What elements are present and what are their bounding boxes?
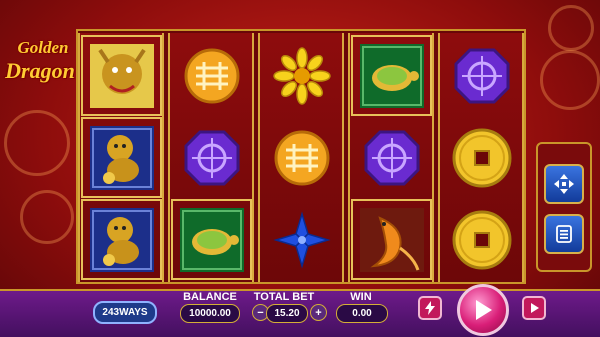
logo-line2: Dragon — [5, 58, 75, 83]
autoplay-button[interactable] — [522, 296, 546, 320]
symbol-purple-octagon — [353, 119, 430, 196]
bet-plus-button[interactable]: + — [310, 304, 327, 321]
game-logo: Golden Dragon — [2, 38, 84, 84]
balance-label: BALANCE — [183, 291, 237, 303]
symbol-gold-flower — [263, 37, 340, 114]
blue-flower-icon — [272, 210, 331, 269]
reel-3 — [258, 33, 344, 282]
symbol-purple-octagon — [173, 119, 250, 196]
balance-value: 10000.00 — [180, 304, 240, 323]
cloud-pattern — [540, 50, 600, 110]
autoplay-icon — [531, 303, 539, 313]
side-panel — [536, 142, 592, 272]
total-bet-value: 15.20 — [266, 304, 308, 323]
reel-5 — [438, 33, 524, 282]
symbol-gold-coin — [443, 119, 520, 196]
gold-koi-icon — [359, 207, 424, 272]
cloud-pattern — [4, 110, 70, 176]
symbol-gold-medallion — [263, 119, 340, 196]
spin-button[interactable] — [457, 284, 509, 336]
jade-turtle-icon — [359, 43, 424, 108]
logo-line1: Golden — [17, 38, 69, 57]
symbol-jade-turtle — [351, 35, 432, 116]
reel-2 — [168, 33, 254, 282]
gold-coin-icon — [452, 210, 511, 269]
gold-medallion-icon — [274, 130, 329, 185]
purple-octagon-icon — [364, 130, 419, 185]
reel-1 — [78, 33, 164, 282]
symbol-golden-lion — [81, 199, 162, 280]
symbol-golden-dragon — [81, 35, 162, 116]
purple-octagon-icon — [454, 48, 509, 103]
win-label: WIN — [350, 291, 372, 303]
golden-dragon-icon — [89, 43, 154, 108]
ways-button[interactable]: 243WAYS — [93, 301, 157, 324]
win-value: 0.00 — [336, 304, 388, 323]
gold-medallion-icon — [184, 48, 239, 103]
symbol-gold-medallion — [173, 37, 250, 114]
move-icon — [554, 174, 574, 194]
play-icon — [476, 300, 492, 320]
symbol-purple-octagon — [443, 37, 520, 114]
lightning-icon — [425, 301, 435, 315]
symbol-golden-lion — [81, 117, 162, 198]
symbol-gold-koi — [351, 199, 432, 280]
menu-button[interactable] — [544, 214, 584, 254]
reel-4 — [348, 33, 434, 282]
golden-lion-icon — [89, 207, 154, 272]
gold-flower-icon — [272, 46, 331, 105]
cloud-pattern — [548, 5, 594, 51]
symbol-jade-turtle — [171, 199, 252, 280]
cloud-pattern — [20, 190, 74, 244]
total-bet-label: TOTAL BET — [253, 291, 315, 303]
gold-coin-icon — [452, 128, 511, 187]
golden-lion-icon — [89, 125, 154, 190]
menu-icon — [556, 225, 572, 243]
symbol-blue-flower — [263, 201, 340, 278]
reel-grid — [76, 29, 526, 284]
symbol-gold-coin — [443, 201, 520, 278]
move-button[interactable] — [544, 164, 584, 204]
turbo-button[interactable] — [418, 296, 442, 320]
purple-octagon-icon — [184, 130, 239, 185]
jade-turtle-icon — [179, 207, 244, 272]
